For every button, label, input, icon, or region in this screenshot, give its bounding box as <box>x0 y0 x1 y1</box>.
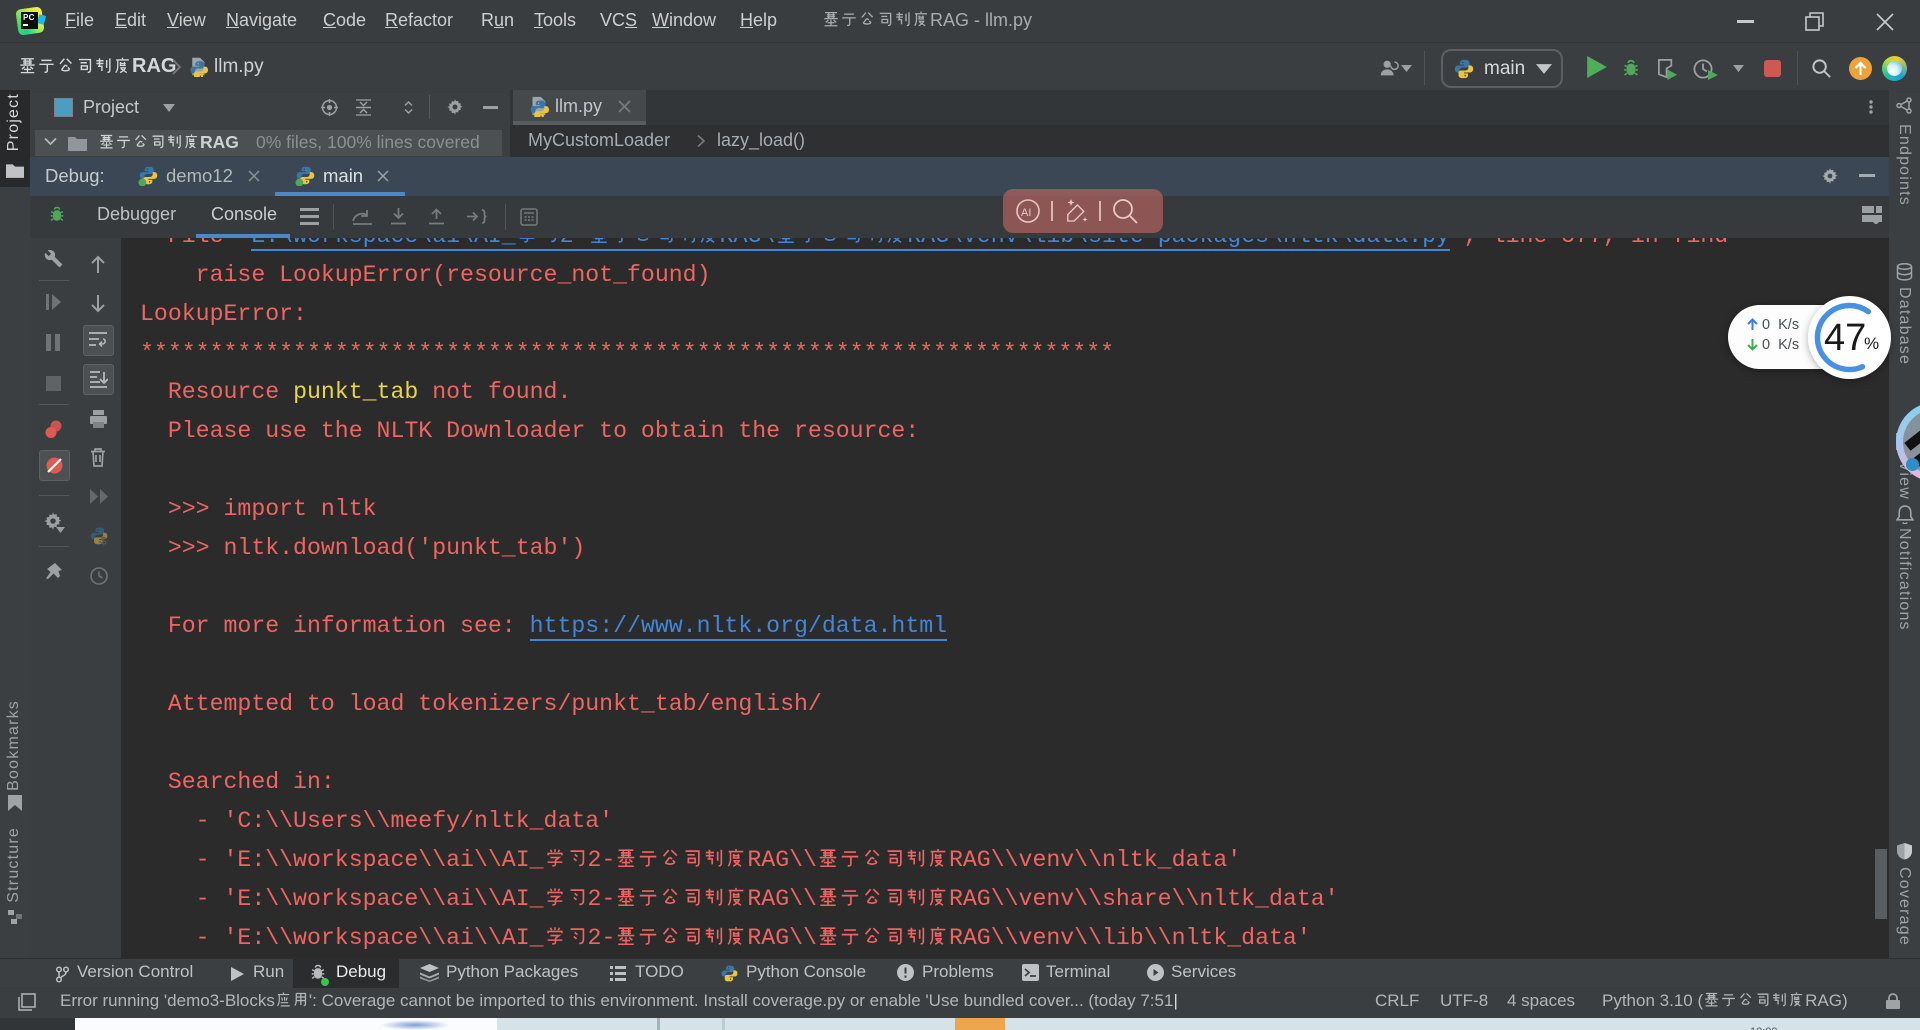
svg-text:AI: AI <box>1021 207 1031 219</box>
svg-text:$: $ <box>101 535 107 546</box>
